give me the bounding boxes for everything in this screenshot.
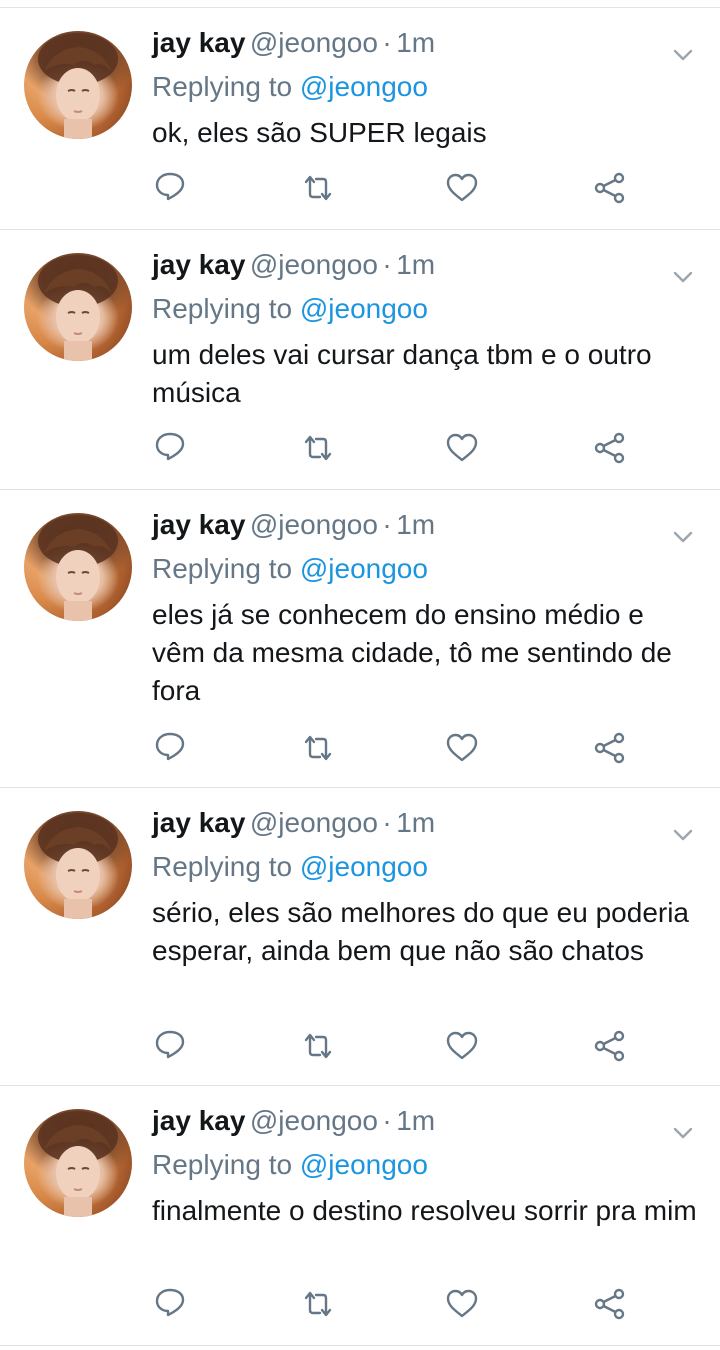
replying-to: Replying to @jeongoo — [152, 293, 428, 325]
like-icon[interactable] — [444, 1286, 480, 1322]
author-name[interactable]: jay kay — [152, 1105, 245, 1136]
share-icon[interactable] — [592, 730, 628, 766]
tweet[interactable]: jay kay @jeongoo · 1m Replying to @jeong… — [0, 8, 720, 229]
replying-to: Replying to @jeongoo — [152, 71, 428, 103]
separator: · — [382, 27, 392, 58]
replying-to-label: Replying to — [152, 293, 293, 324]
replying-to: Replying to @jeongoo — [152, 1149, 428, 1181]
like-icon[interactable] — [444, 430, 480, 466]
retweet-icon[interactable] — [300, 730, 336, 766]
avatar[interactable] — [24, 513, 132, 621]
mention-link[interactable]: @jeongoo — [300, 293, 428, 324]
timestamp[interactable]: 1m — [396, 249, 435, 280]
tweet-text: um deles vai cursar dança tbm e o outro … — [152, 339, 652, 408]
author-name[interactable]: jay kay — [152, 807, 245, 838]
retweet-icon[interactable] — [300, 170, 336, 206]
chevron-down-icon[interactable] — [668, 262, 698, 292]
author-handle[interactable]: @jeongoo — [250, 807, 378, 838]
share-icon[interactable] — [592, 170, 628, 206]
chevron-down-icon[interactable] — [668, 40, 698, 70]
avatar[interactable] — [24, 253, 132, 361]
mention-link[interactable]: @jeongoo — [300, 553, 428, 584]
tweet-text: eles já se conhecem do ensino médio e vê… — [152, 599, 672, 706]
retweet-icon[interactable] — [300, 1286, 336, 1322]
tweet-text: finalmente o destino resolveu sorrir pra… — [152, 1195, 697, 1226]
replying-to-label: Replying to — [152, 71, 293, 102]
separator: · — [382, 509, 392, 540]
tweet-header: jay kay @jeongoo · 1m — [152, 249, 435, 289]
author-handle[interactable]: @jeongoo — [250, 249, 378, 280]
mention-link[interactable]: @jeongoo — [300, 851, 428, 882]
chevron-down-icon[interactable] — [668, 820, 698, 850]
mention-link[interactable]: @jeongoo — [300, 71, 428, 102]
separator: · — [382, 1105, 392, 1136]
replying-to-label: Replying to — [152, 553, 293, 584]
retweet-icon[interactable] — [300, 1028, 336, 1064]
mention-link[interactable]: @jeongoo — [300, 1149, 428, 1180]
reply-icon[interactable] — [152, 428, 188, 464]
avatar[interactable] — [24, 811, 132, 919]
chevron-down-icon[interactable] — [668, 1118, 698, 1148]
tweet-text: sério, eles são melhores do que eu poder… — [152, 897, 690, 966]
tweet-header: jay kay @jeongoo · 1m — [152, 509, 435, 549]
like-icon[interactable] — [444, 730, 480, 766]
divider — [0, 1345, 720, 1346]
tweet[interactable]: jay kay @jeongoo · 1m Replying to @jeong… — [0, 490, 720, 787]
tweet-header: jay kay @jeongoo · 1m — [152, 1105, 435, 1145]
retweet-icon[interactable] — [300, 430, 336, 466]
author-handle[interactable]: @jeongoo — [250, 509, 378, 540]
author-name[interactable]: jay kay — [152, 509, 245, 540]
separator: · — [382, 807, 392, 838]
author-name[interactable]: jay kay — [152, 249, 245, 280]
replying-to: Replying to @jeongoo — [152, 851, 428, 883]
reply-icon[interactable] — [152, 1026, 188, 1062]
timestamp[interactable]: 1m — [396, 1105, 435, 1136]
separator: · — [382, 249, 392, 280]
timestamp[interactable]: 1m — [396, 509, 435, 540]
like-icon[interactable] — [444, 170, 480, 206]
author-name[interactable]: jay kay — [152, 27, 245, 58]
avatar[interactable] — [24, 31, 132, 139]
tweet-header: jay kay @jeongoo · 1m — [152, 27, 435, 67]
reply-icon[interactable] — [152, 168, 188, 204]
tweet-text: ok, eles são SUPER legais — [152, 117, 487, 148]
tweet[interactable]: jay kay @jeongoo · 1m Replying to @jeong… — [0, 788, 720, 1085]
author-handle[interactable]: @jeongoo — [250, 27, 378, 58]
share-icon[interactable] — [592, 430, 628, 466]
tweet-header: jay kay @jeongoo · 1m — [152, 807, 435, 847]
replying-to: Replying to @jeongoo — [152, 553, 428, 585]
chevron-down-icon[interactable] — [668, 522, 698, 552]
tweet-thread: jay kay @jeongoo · 1m Replying to @jeong… — [0, 0, 720, 1350]
author-handle[interactable]: @jeongoo — [250, 1105, 378, 1136]
timestamp[interactable]: 1m — [396, 807, 435, 838]
replying-to-label: Replying to — [152, 851, 293, 882]
tweet[interactable]: jay kay @jeongoo · 1m Replying to @jeong… — [0, 1086, 720, 1345]
reply-icon[interactable] — [152, 1284, 188, 1320]
replying-to-label: Replying to — [152, 1149, 293, 1180]
tweet[interactable]: jay kay @jeongoo · 1m Replying to @jeong… — [0, 230, 720, 489]
avatar[interactable] — [24, 1109, 132, 1217]
reply-icon[interactable] — [152, 728, 188, 764]
share-icon[interactable] — [592, 1028, 628, 1064]
timestamp[interactable]: 1m — [396, 27, 435, 58]
share-icon[interactable] — [592, 1286, 628, 1322]
like-icon[interactable] — [444, 1028, 480, 1064]
